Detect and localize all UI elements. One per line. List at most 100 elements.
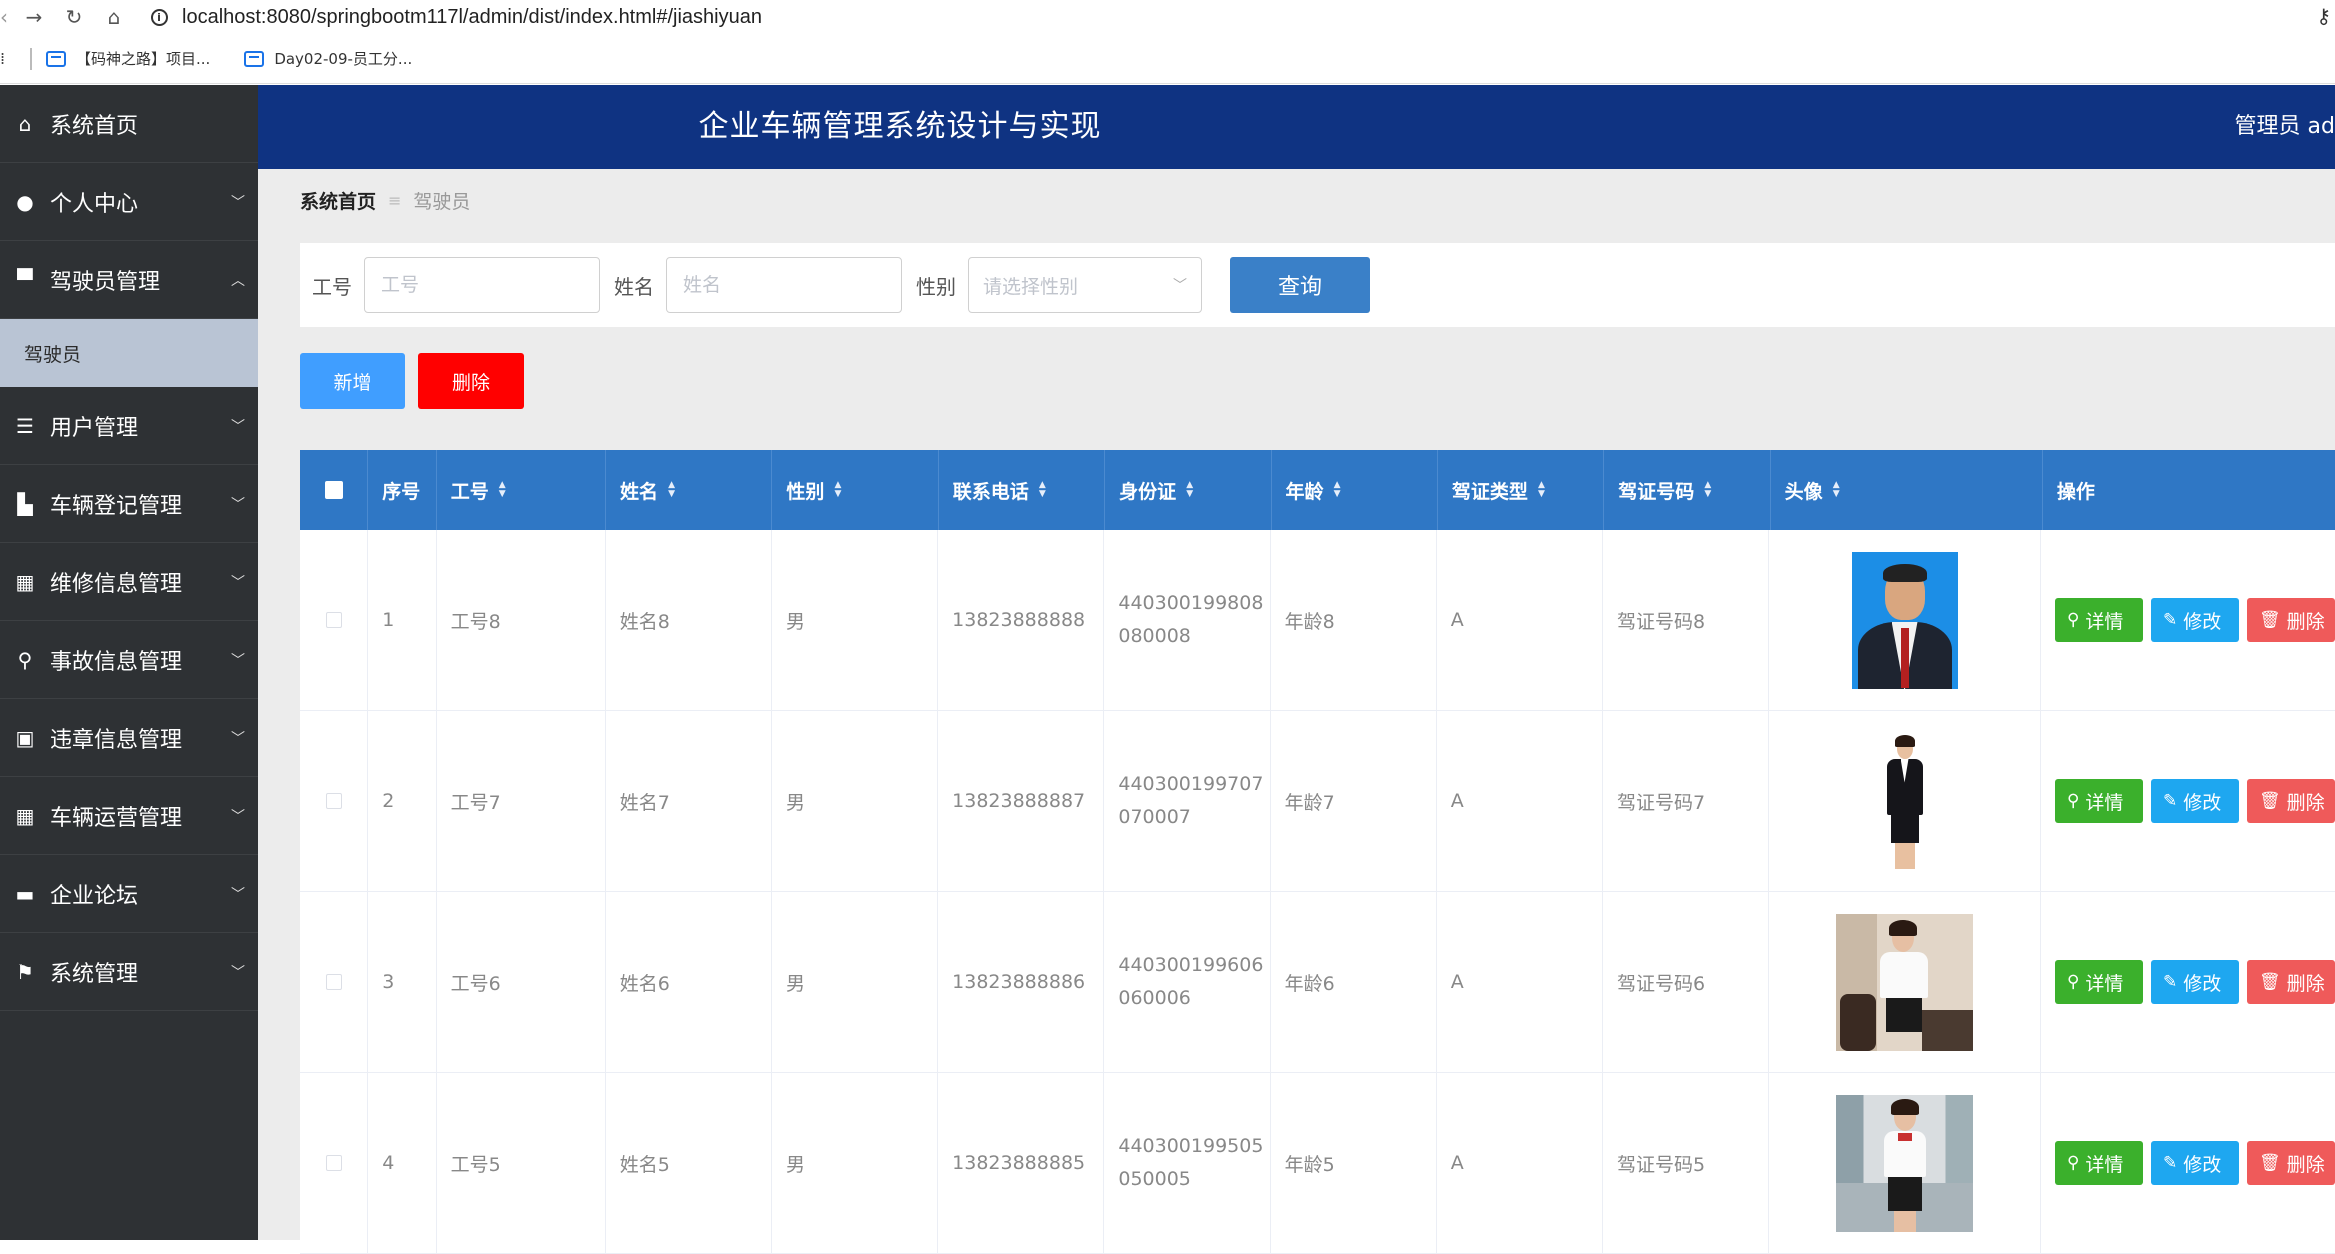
column-header[interactable]: 身份证 ▲ ▼ — [1105, 450, 1272, 530]
cell-xingming: 姓名7 — [606, 711, 772, 891]
apps-grid-icon[interactable]: ⁞ — [0, 49, 12, 68]
breadcrumb-home[interactable]: 系统首页 — [300, 187, 376, 214]
detail-label: 详情 — [2085, 610, 2124, 633]
sidebar-item-violation-info[interactable]: ▣ 违章信息管理 ﹀ — [0, 699, 258, 777]
sidebar-item-vehicle-registration[interactable]: ▙ 车辆登记管理 ﹀ — [0, 465, 258, 543]
cell-license-no: 驾证号码8 — [1603, 530, 1770, 710]
xingming-input[interactable] — [666, 257, 902, 313]
sidebar-item-repair-info[interactable]: ▦ 维修信息管理 ﹀ — [0, 543, 258, 621]
cell-license-type: A — [1437, 892, 1603, 1072]
bookmark-tv-icon — [244, 50, 265, 67]
column-header[interactable]: 性别 ▲ ▼ — [772, 450, 939, 530]
cell-index: 4 — [368, 1073, 437, 1253]
chevron-down-icon: ﹀ — [231, 194, 245, 211]
sort-icon[interactable]: ▲ ▼ — [1039, 481, 1046, 499]
avatar-photo — [1836, 1094, 1974, 1232]
column-header[interactable]: 工号 ▲ ▼ — [437, 450, 607, 530]
pencil-icon: ✎ — [2162, 610, 2178, 630]
gonghao-input[interactable] — [364, 257, 600, 313]
sidebar-item-user-management[interactable]: ☰ 用户管理 ﹀ — [0, 387, 258, 465]
cell-xingbie: 男 — [772, 1073, 939, 1253]
key-icon[interactable]: ⚷ — [2316, 4, 2331, 28]
xingbie-select[interactable]: 请选择性别 ﹀ — [968, 257, 1202, 313]
select-all-checkbox[interactable] — [324, 481, 343, 499]
detail-label: 详情 — [2085, 1153, 2124, 1176]
chevron-down-icon: ﹀ — [231, 730, 245, 747]
sidebar-item-driver-management[interactable]: ▀ 驾驶员管理 ︿ — [0, 241, 258, 319]
detail-button[interactable]: ⚲ 详情 — [2054, 1141, 2143, 1185]
cell-license-type: A — [1437, 1073, 1603, 1253]
sort-icon[interactable]: ▲ ▼ — [1538, 481, 1545, 499]
home-icon[interactable]: ⌂ — [94, 5, 134, 29]
column-header[interactable]: 头像 ▲ ▼ — [1771, 450, 2043, 530]
avatar-photo — [1836, 913, 1974, 1051]
detail-button[interactable]: ⚲ 详情 — [2054, 960, 2143, 1004]
column-header: 序号 — [368, 450, 437, 530]
row-checkbox[interactable] — [325, 1155, 342, 1171]
sort-icon[interactable]: ▲ ▼ — [668, 481, 675, 499]
sort-icon[interactable]: ▲ ▼ — [499, 481, 506, 499]
reload-icon[interactable]: ↻ — [54, 5, 94, 29]
user-icon: ● — [16, 189, 34, 214]
column-header-label: 年龄 — [1285, 480, 1324, 503]
column-header[interactable]: 年龄 ▲ ▼ — [1272, 450, 1438, 530]
sidebar-item-accident-info[interactable]: ⚲ 事故信息管理 ﹀ — [0, 621, 258, 699]
remove-button[interactable]: 🗑 删除 — [2246, 960, 2335, 1004]
batch-delete-button[interactable]: 删除 — [418, 353, 524, 409]
bookmark-1[interactable]: 【码神之路】项目... — [46, 48, 210, 69]
row-checkbox[interactable] — [325, 974, 342, 990]
edit-button[interactable]: ✎ 修改 — [2150, 779, 2239, 823]
detail-button[interactable]: ⚲ 详情 — [2054, 779, 2143, 823]
sidebar-item-forum[interactable]: ▬ 企业论坛 ﹀ — [0, 855, 258, 933]
forward-arrow-icon[interactable]: → — [14, 5, 54, 29]
query-button[interactable]: 查询 — [1230, 257, 1370, 313]
column-header[interactable]: 联系电话 ▲ ▼ — [939, 450, 1106, 530]
chevron-down-icon: ﹀ — [231, 964, 245, 981]
back-arrow-icon[interactable]: ‹ — [0, 5, 14, 29]
user-menu[interactable]: 管理员 ad — [2235, 85, 2335, 169]
cell-idcard: 440300199606 060006 — [1104, 892, 1271, 1072]
sidebar-item-profile[interactable]: ● 个人中心 ﹀ — [0, 163, 258, 241]
column-header[interactable]: 驾证号码 ▲ ▼ — [1604, 450, 1771, 530]
edit-button[interactable]: ✎ 修改 — [2150, 598, 2239, 642]
avatar-photo — [1851, 551, 1958, 689]
bookmark-2[interactable]: Day02-09-员工分... — [244, 48, 412, 69]
site-info-icon[interactable]: i — [142, 8, 176, 26]
edit-button[interactable]: ✎ 修改 — [2150, 960, 2239, 1004]
remove-button[interactable]: 🗑 删除 — [2246, 598, 2335, 642]
cell-ops: ⚲ 详情 ✎ 修改 🗑 删除 — [2041, 711, 2335, 891]
column-header-label: 性别 — [786, 480, 825, 503]
sort-icon[interactable]: ▲ ▼ — [1704, 481, 1711, 499]
chevron-down-icon: ﹀ — [231, 808, 245, 825]
sidebar-item-home[interactable]: ⌂ 系统首页 — [0, 85, 258, 163]
breadcrumb: 系统首页 ≡ 驾驶员 — [300, 187, 470, 214]
pencil-icon: ✎ — [2162, 791, 2178, 811]
column-header-label: 身份证 — [1119, 480, 1177, 503]
car-icon: ▙ — [17, 491, 33, 516]
sort-icon[interactable]: ▲ ▼ — [1334, 481, 1341, 499]
row-checkbox[interactable] — [325, 793, 342, 809]
sort-icon[interactable]: ▲ ▼ — [1833, 481, 1840, 499]
idcard-line-2: 050005 — [1118, 1168, 1191, 1190]
column-header[interactable]: 驾证类型 ▲ ▼ — [1438, 450, 1605, 530]
sidebar-item-vehicle-operation[interactable]: ▦ 车辆运营管理 ﹀ — [0, 777, 258, 855]
sort-icon[interactable]: ▲ ▼ — [834, 481, 841, 499]
sidebar-subitem-driver[interactable]: 驾驶员 — [0, 319, 258, 387]
sort-icon[interactable]: ▲ ▼ — [1186, 481, 1193, 499]
remove-button[interactable]: 🗑 删除 — [2246, 779, 2335, 823]
sidebar-item-label: 企业论坛 — [50, 883, 139, 909]
column-header[interactable]: 姓名 ▲ ▼ — [606, 450, 773, 530]
edit-button[interactable]: ✎ 修改 — [2150, 1141, 2239, 1185]
sidebar-item-label: 系统管理 — [50, 961, 139, 987]
idcard-line-2: 060006 — [1118, 987, 1191, 1009]
row-checkbox[interactable] — [325, 612, 342, 628]
detail-button[interactable]: ⚲ 详情 — [2054, 598, 2143, 642]
sidebar-item-system-management[interactable]: ⚑ 系统管理 ﹀ — [0, 933, 258, 1011]
add-button[interactable]: 新增 — [300, 353, 405, 409]
remove-button[interactable]: 🗑 删除 — [2246, 1141, 2335, 1185]
cell-index: 2 — [368, 711, 437, 891]
url-text[interactable]: localhost:8080/springbootm117l/admin/dis… — [182, 6, 762, 29]
remove-label: 删除 — [2286, 610, 2325, 633]
trash-icon: 🗑 — [2258, 791, 2281, 811]
chevron-down-icon: ﹀ — [1173, 278, 1187, 294]
